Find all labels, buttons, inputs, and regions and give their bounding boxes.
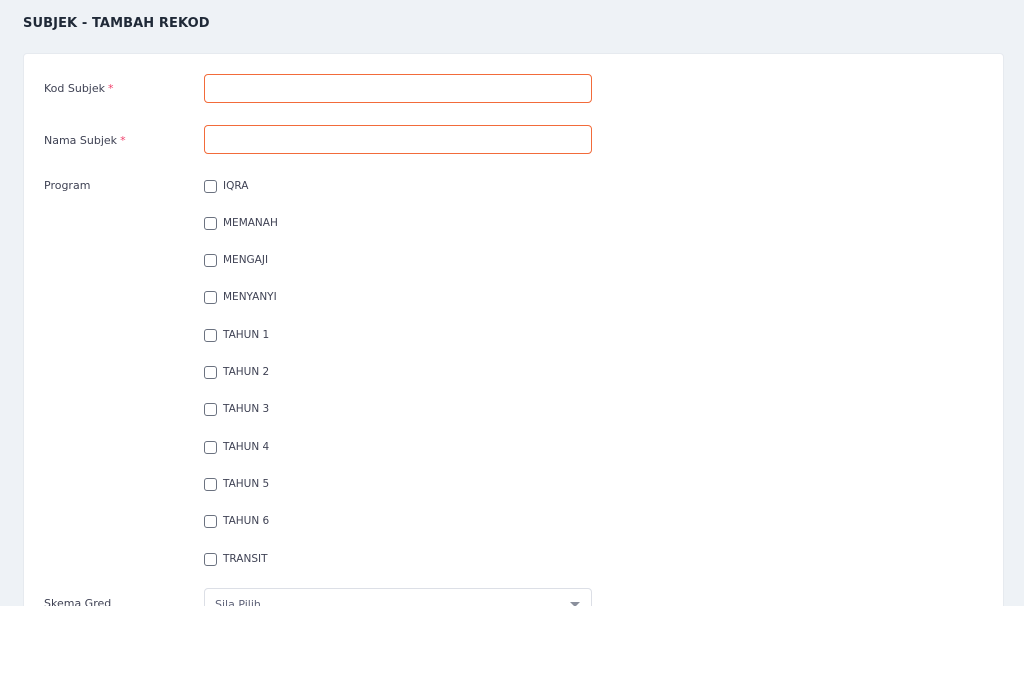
checkbox-label: IQRA: [223, 180, 249, 192]
kod-subjek-label-text: Kod Subjek: [44, 82, 106, 95]
skema-gred-select[interactable]: Sila Pilih: [204, 588, 592, 606]
program-option-tahun-3[interactable]: TAHUN 3: [204, 402, 269, 416]
checkbox-label: TAHUN 6: [223, 515, 270, 527]
kod-subjek-label: Kod Subjek *: [44, 82, 114, 95]
program-option-transit[interactable]: TRANSIT: [204, 552, 268, 566]
checkbox[interactable]: [204, 216, 217, 230]
kod-subjek-input[interactable]: [204, 74, 592, 103]
checkbox[interactable]: [204, 477, 217, 491]
program-option-memanah[interactable]: MEMANAH: [204, 216, 278, 230]
checkbox-label: MEMANAH: [223, 217, 278, 229]
checkbox-label: MENYANYI: [223, 291, 277, 303]
checkbox-label: TAHUN 2: [223, 366, 270, 378]
checkbox-label: TAHUN 1: [223, 329, 270, 341]
nama-subjek-label: Nama Subjek *: [44, 134, 126, 147]
form-card: Kod Subjek * Nama Subjek * Program IQRA ME…: [23, 53, 1004, 606]
required-mark: *: [120, 134, 126, 147]
checkbox[interactable]: [204, 253, 217, 267]
program-option-iqra[interactable]: IQRA: [204, 179, 248, 193]
program-label: Program: [44, 179, 91, 192]
program-option-tahun-2[interactable]: TAHUN 2: [204, 365, 269, 379]
chevron-down-icon: [570, 602, 580, 606]
select-value: Sila Pilih: [215, 598, 261, 606]
checkbox-label: TAHUN 4: [223, 441, 270, 453]
checkbox-label: TRANSIT: [223, 553, 268, 565]
checkbox-label: TAHUN 5: [223, 478, 270, 490]
checkbox-label: TAHUN 3: [223, 403, 270, 415]
program-option-mengaji[interactable]: MENGAJI: [204, 253, 268, 267]
checkbox[interactable]: [204, 328, 217, 342]
checkbox[interactable]: [204, 402, 217, 416]
nama-subjek-input[interactable]: [204, 125, 592, 154]
program-option-tahun-5[interactable]: TAHUN 5: [204, 477, 269, 491]
program-option-tahun-6[interactable]: TAHUN 6: [204, 514, 269, 528]
required-mark: *: [108, 82, 114, 95]
app-viewport: SUBJEK - TAMBAH REKOD Kod Subjek * Nama S…: [0, 0, 1024, 606]
checkbox[interactable]: [204, 290, 217, 304]
program-option-menyanyi[interactable]: MENYANYI: [204, 290, 277, 304]
checkbox[interactable]: [204, 514, 217, 528]
skema-gred-label: Skema Gred: [44, 597, 112, 606]
checkbox-label: MENGAJI: [223, 254, 269, 266]
checkbox[interactable]: [204, 179, 217, 193]
program-option-tahun-1[interactable]: TAHUN 1: [204, 328, 269, 342]
page-title: SUBJEK - TAMBAH REKOD: [23, 16, 210, 31]
program-option-tahun-4[interactable]: TAHUN 4: [204, 440, 269, 454]
checkbox[interactable]: [204, 440, 217, 454]
checkbox[interactable]: [204, 552, 217, 566]
checkbox[interactable]: [204, 365, 217, 379]
nama-subjek-label-text: Nama Subjek: [44, 134, 118, 147]
